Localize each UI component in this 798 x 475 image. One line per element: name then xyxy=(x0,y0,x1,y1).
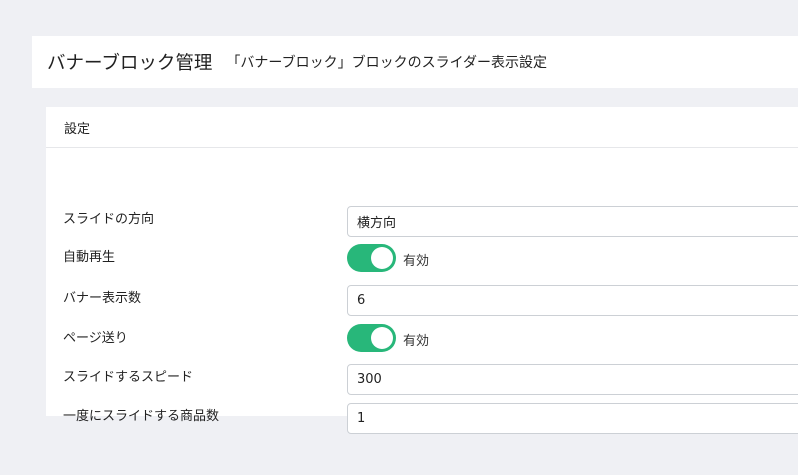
slide-speed-label: スライドするスピード xyxy=(63,370,194,385)
autoplay-toggle[interactable] xyxy=(347,244,396,272)
slide-speed-input[interactable]: 300 xyxy=(347,364,798,395)
card-title: 設定 xyxy=(64,121,91,137)
card-header: 設定 xyxy=(46,107,798,148)
slide-direction-value: 横方向 xyxy=(357,216,397,231)
banner-count-value: 6 xyxy=(357,293,366,308)
slide-speed-value: 300 xyxy=(357,372,382,387)
items-per-slide-value: 1 xyxy=(357,411,366,426)
pagination-toggle-knob xyxy=(371,327,393,349)
pagination-toggle-label: 有効 xyxy=(403,334,430,349)
banner-count-label: バナー表示数 xyxy=(63,291,142,306)
settings-card: 設定 スライドの方向 横方向 自動再生 有効 バナー表示数 6 ページ送り 有効… xyxy=(46,107,798,434)
autoplay-toggle-label: 有効 xyxy=(403,254,430,269)
items-per-slide-label: 一度にスライドする商品数 xyxy=(63,409,220,424)
page-header: バナーブロック管理 「バナーブロック」ブロックのスライダー表示設定 xyxy=(32,36,798,88)
page-subtitle: 「バナーブロック」ブロックのスライダー表示設定 xyxy=(226,55,548,71)
items-per-slide-input[interactable]: 1 xyxy=(347,403,798,434)
slide-direction-select[interactable]: 横方向 xyxy=(347,206,798,237)
pagination-toggle[interactable] xyxy=(347,324,396,352)
autoplay-label: 自動再生 xyxy=(63,250,116,265)
page-title: バナーブロック管理 xyxy=(47,53,213,74)
slide-direction-label: スライドの方向 xyxy=(63,212,155,227)
banner-count-input[interactable]: 6 xyxy=(347,285,798,316)
autoplay-toggle-knob xyxy=(371,247,393,269)
pagination-label: ページ送り xyxy=(63,331,128,346)
